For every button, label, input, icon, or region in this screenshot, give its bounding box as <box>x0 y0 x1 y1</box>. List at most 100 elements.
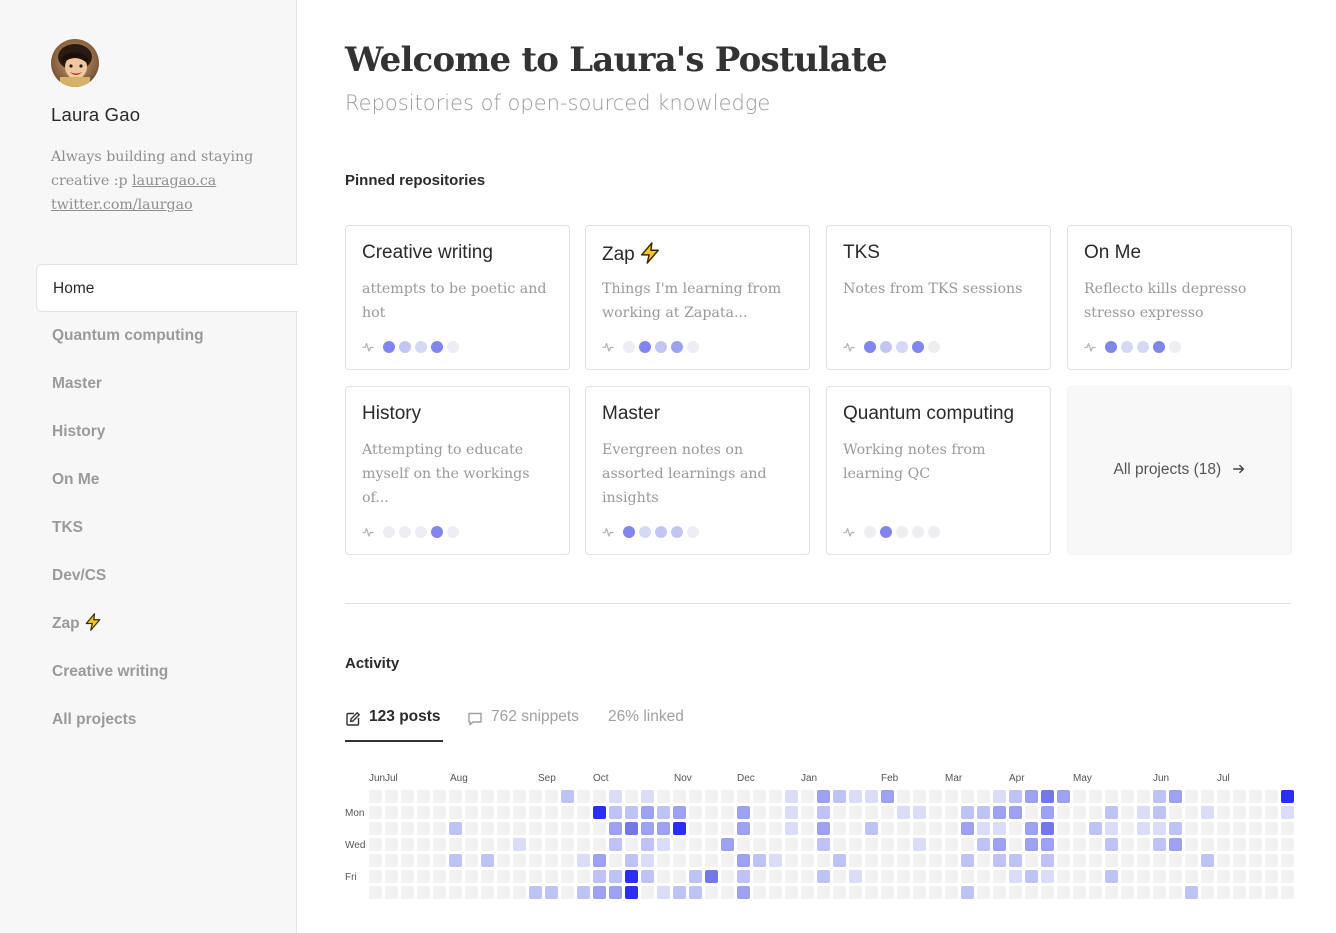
contribution-cell[interactable] <box>1057 838 1070 851</box>
repo-card-on-me[interactable]: On Me Reflecto kills depresso stresso ex… <box>1067 225 1292 370</box>
contribution-cell[interactable] <box>497 806 510 819</box>
contribution-cell[interactable] <box>1265 790 1278 803</box>
contribution-cell[interactable] <box>769 838 782 851</box>
contribution-cell[interactable] <box>1169 790 1182 803</box>
contribution-cell[interactable] <box>1153 822 1166 835</box>
contribution-cell[interactable] <box>1249 870 1262 883</box>
contribution-cell[interactable] <box>529 870 542 883</box>
contribution-cell[interactable] <box>593 854 606 867</box>
contribution-cell[interactable] <box>1169 838 1182 851</box>
contribution-cell[interactable] <box>913 838 926 851</box>
contribution-cell[interactable] <box>1185 806 1198 819</box>
contribution-cell[interactable] <box>897 870 910 883</box>
contribution-cell[interactable] <box>1121 790 1134 803</box>
contribution-cell[interactable] <box>865 838 878 851</box>
contribution-cell[interactable] <box>1105 886 1118 899</box>
contribution-cell[interactable] <box>993 822 1006 835</box>
contribution-cell[interactable] <box>401 822 414 835</box>
contribution-cell[interactable] <box>977 838 990 851</box>
contribution-cell[interactable] <box>961 822 974 835</box>
contribution-cell[interactable] <box>641 870 654 883</box>
contribution-cell[interactable] <box>385 822 398 835</box>
contribution-cell[interactable] <box>737 838 750 851</box>
contribution-cell[interactable] <box>1185 822 1198 835</box>
contribution-cell[interactable] <box>1057 854 1070 867</box>
contribution-cell[interactable] <box>737 886 750 899</box>
contribution-cell[interactable] <box>417 806 430 819</box>
repo-card-creative-writing[interactable]: Creative writing attempts to be poetic a… <box>345 225 570 370</box>
contribution-cell[interactable] <box>961 854 974 867</box>
contribution-cell[interactable] <box>817 854 830 867</box>
contribution-cell[interactable] <box>753 870 766 883</box>
contribution-cell[interactable] <box>433 886 446 899</box>
contribution-cell[interactable] <box>833 838 846 851</box>
contribution-cell[interactable] <box>385 870 398 883</box>
contribution-cell[interactable] <box>1233 822 1246 835</box>
contribution-cell[interactable] <box>721 790 734 803</box>
contribution-cell[interactable] <box>1153 870 1166 883</box>
contribution-cell[interactable] <box>1137 870 1150 883</box>
contribution-cell[interactable] <box>561 838 574 851</box>
contribution-cell[interactable] <box>417 790 430 803</box>
contribution-cell[interactable] <box>849 870 862 883</box>
contribution-cell[interactable] <box>369 790 382 803</box>
contribution-cell[interactable] <box>641 822 654 835</box>
contribution-cell[interactable] <box>1041 790 1054 803</box>
contribution-cell[interactable] <box>1185 790 1198 803</box>
contribution-cell[interactable] <box>897 854 910 867</box>
contribution-cell[interactable] <box>945 806 958 819</box>
contribution-cell[interactable] <box>849 822 862 835</box>
contribution-cell[interactable] <box>785 886 798 899</box>
contribution-cell[interactable] <box>1057 886 1070 899</box>
contribution-cell[interactable] <box>913 870 926 883</box>
contribution-cell[interactable] <box>1121 822 1134 835</box>
contribution-cell[interactable] <box>1265 838 1278 851</box>
contribution-cell[interactable] <box>545 806 558 819</box>
contribution-cell[interactable] <box>817 806 830 819</box>
contribution-cell[interactable] <box>993 870 1006 883</box>
contribution-cell[interactable] <box>625 790 638 803</box>
contribution-cell[interactable] <box>1265 870 1278 883</box>
contribution-cell[interactable] <box>625 838 638 851</box>
contribution-cell[interactable] <box>1137 790 1150 803</box>
contribution-cell[interactable] <box>1025 790 1038 803</box>
contribution-cell[interactable] <box>673 822 686 835</box>
contribution-cell[interactable] <box>1217 806 1230 819</box>
sidebar-item-master[interactable]: Master <box>0 360 297 408</box>
contribution-cell[interactable] <box>657 790 670 803</box>
contribution-cell[interactable] <box>1169 822 1182 835</box>
contribution-cell[interactable] <box>785 822 798 835</box>
contribution-cell[interactable] <box>1169 886 1182 899</box>
contribution-cell[interactable] <box>1025 870 1038 883</box>
contribution-cell[interactable] <box>369 822 382 835</box>
contribution-cell[interactable] <box>785 806 798 819</box>
contribution-cell[interactable] <box>577 870 590 883</box>
contribution-cell[interactable] <box>1073 790 1086 803</box>
contribution-cell[interactable] <box>561 854 574 867</box>
contribution-cell[interactable] <box>753 838 766 851</box>
contribution-cell[interactable] <box>609 806 622 819</box>
contribution-cell[interactable] <box>625 854 638 867</box>
contribution-cell[interactable] <box>977 790 990 803</box>
contribution-cell[interactable] <box>1073 854 1086 867</box>
contribution-cell[interactable] <box>721 870 734 883</box>
contribution-cell[interactable] <box>1249 822 1262 835</box>
contribution-cell[interactable] <box>689 854 702 867</box>
contribution-cell[interactable] <box>993 886 1006 899</box>
contribution-cell[interactable] <box>641 854 654 867</box>
contribution-cell[interactable] <box>545 822 558 835</box>
repo-card-history[interactable]: History Attempting to educate myself on … <box>345 386 570 555</box>
contribution-cell[interactable] <box>929 838 942 851</box>
contribution-cell[interactable] <box>1057 790 1070 803</box>
contribution-cell[interactable] <box>801 886 814 899</box>
contribution-cell[interactable] <box>881 822 894 835</box>
contribution-cell[interactable] <box>593 838 606 851</box>
contribution-cell[interactable] <box>1121 854 1134 867</box>
contribution-cell[interactable] <box>945 838 958 851</box>
contribution-cell[interactable] <box>1041 854 1054 867</box>
contribution-cell[interactable] <box>417 822 430 835</box>
contribution-cell[interactable] <box>769 886 782 899</box>
contribution-cell[interactable] <box>657 806 670 819</box>
contribution-cell[interactable] <box>881 886 894 899</box>
contribution-cell[interactable] <box>1201 886 1214 899</box>
